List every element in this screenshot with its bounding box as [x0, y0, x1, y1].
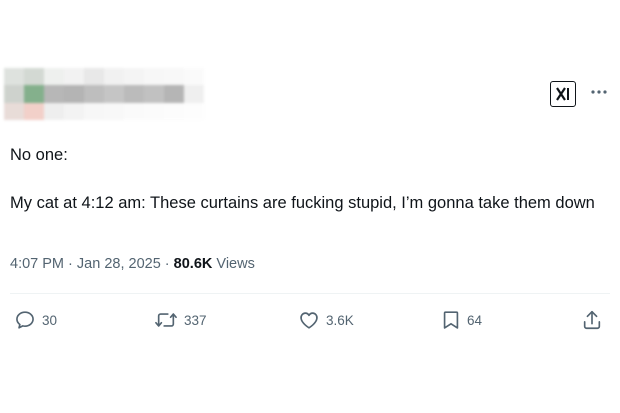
- pixel-block: [104, 68, 124, 86]
- pixel-block: [164, 85, 184, 103]
- retweet-count: 337: [184, 312, 207, 328]
- pixelated-user-info: [4, 68, 204, 120]
- pixel-block: [4, 102, 24, 120]
- pixel-block: [4, 68, 24, 86]
- pixel-block: [64, 85, 84, 103]
- pixel-block: [84, 68, 104, 86]
- pixel-block: [184, 102, 204, 120]
- pixel-block: [64, 102, 84, 120]
- bookmark-button[interactable]: 64: [441, 306, 482, 334]
- reply-button[interactable]: 30: [14, 306, 57, 334]
- share-icon: [583, 310, 601, 330]
- divider: [10, 293, 610, 294]
- views-count[interactable]: 80.6K: [174, 256, 213, 272]
- tweet-time[interactable]: 4:07 PM: [10, 256, 64, 272]
- pixel-block: [24, 68, 44, 86]
- bookmark-count: 64: [467, 312, 483, 328]
- meta-separator: ·: [68, 256, 73, 272]
- tweet-text: No one: My cat at 4:12 am: These curtain…: [10, 146, 595, 212]
- views-label: Views: [216, 256, 255, 272]
- pixel-block: [164, 68, 184, 86]
- pixel-block: [104, 102, 124, 120]
- bookmark-icon: [443, 311, 459, 329]
- pixel-block: [144, 85, 164, 103]
- retweet-icon: [155, 313, 177, 327]
- pixel-block: [184, 85, 204, 103]
- pixel-block: [124, 102, 144, 120]
- pixel-block: [24, 85, 44, 103]
- share-button[interactable]: [581, 306, 603, 334]
- pixel-block: [144, 68, 164, 86]
- pixel-block: [44, 102, 64, 120]
- reply-icon: [16, 311, 34, 329]
- pixel-block: [24, 102, 44, 120]
- pixel-block: [84, 85, 104, 103]
- xai-logo-glyph: [556, 87, 569, 101]
- pixel-block: [124, 68, 144, 86]
- reply-count: 30: [42, 312, 58, 328]
- pixel-block: [84, 102, 104, 120]
- pixel-block: [124, 85, 144, 103]
- pixel-block: [44, 85, 64, 103]
- pixel-block: [184, 68, 204, 86]
- retweet-button[interactable]: 337: [154, 306, 207, 334]
- more-icon[interactable]: [589, 82, 609, 102]
- xai-logo-icon[interactable]: [550, 81, 576, 107]
- like-count: 3.6K: [326, 312, 354, 328]
- tweet-date[interactable]: Jan 28, 2025: [77, 256, 161, 272]
- tweet-meta: 4:07 PM · Jan 28, 2025 · 80.6K Views: [10, 256, 255, 272]
- pixel-block: [64, 68, 84, 86]
- like-button[interactable]: 3.6K: [298, 306, 354, 334]
- tweet-header: [0, 68, 620, 124]
- pixel-block: [104, 85, 124, 103]
- meta-separator: ·: [164, 256, 170, 272]
- heart-icon: [300, 312, 318, 329]
- pixel-block: [44, 68, 64, 86]
- pixel-block: [164, 102, 184, 120]
- pixel-block: [144, 102, 164, 120]
- action-bar: 30 337 3.6K 64: [0, 306, 620, 334]
- pixel-block: [4, 85, 24, 103]
